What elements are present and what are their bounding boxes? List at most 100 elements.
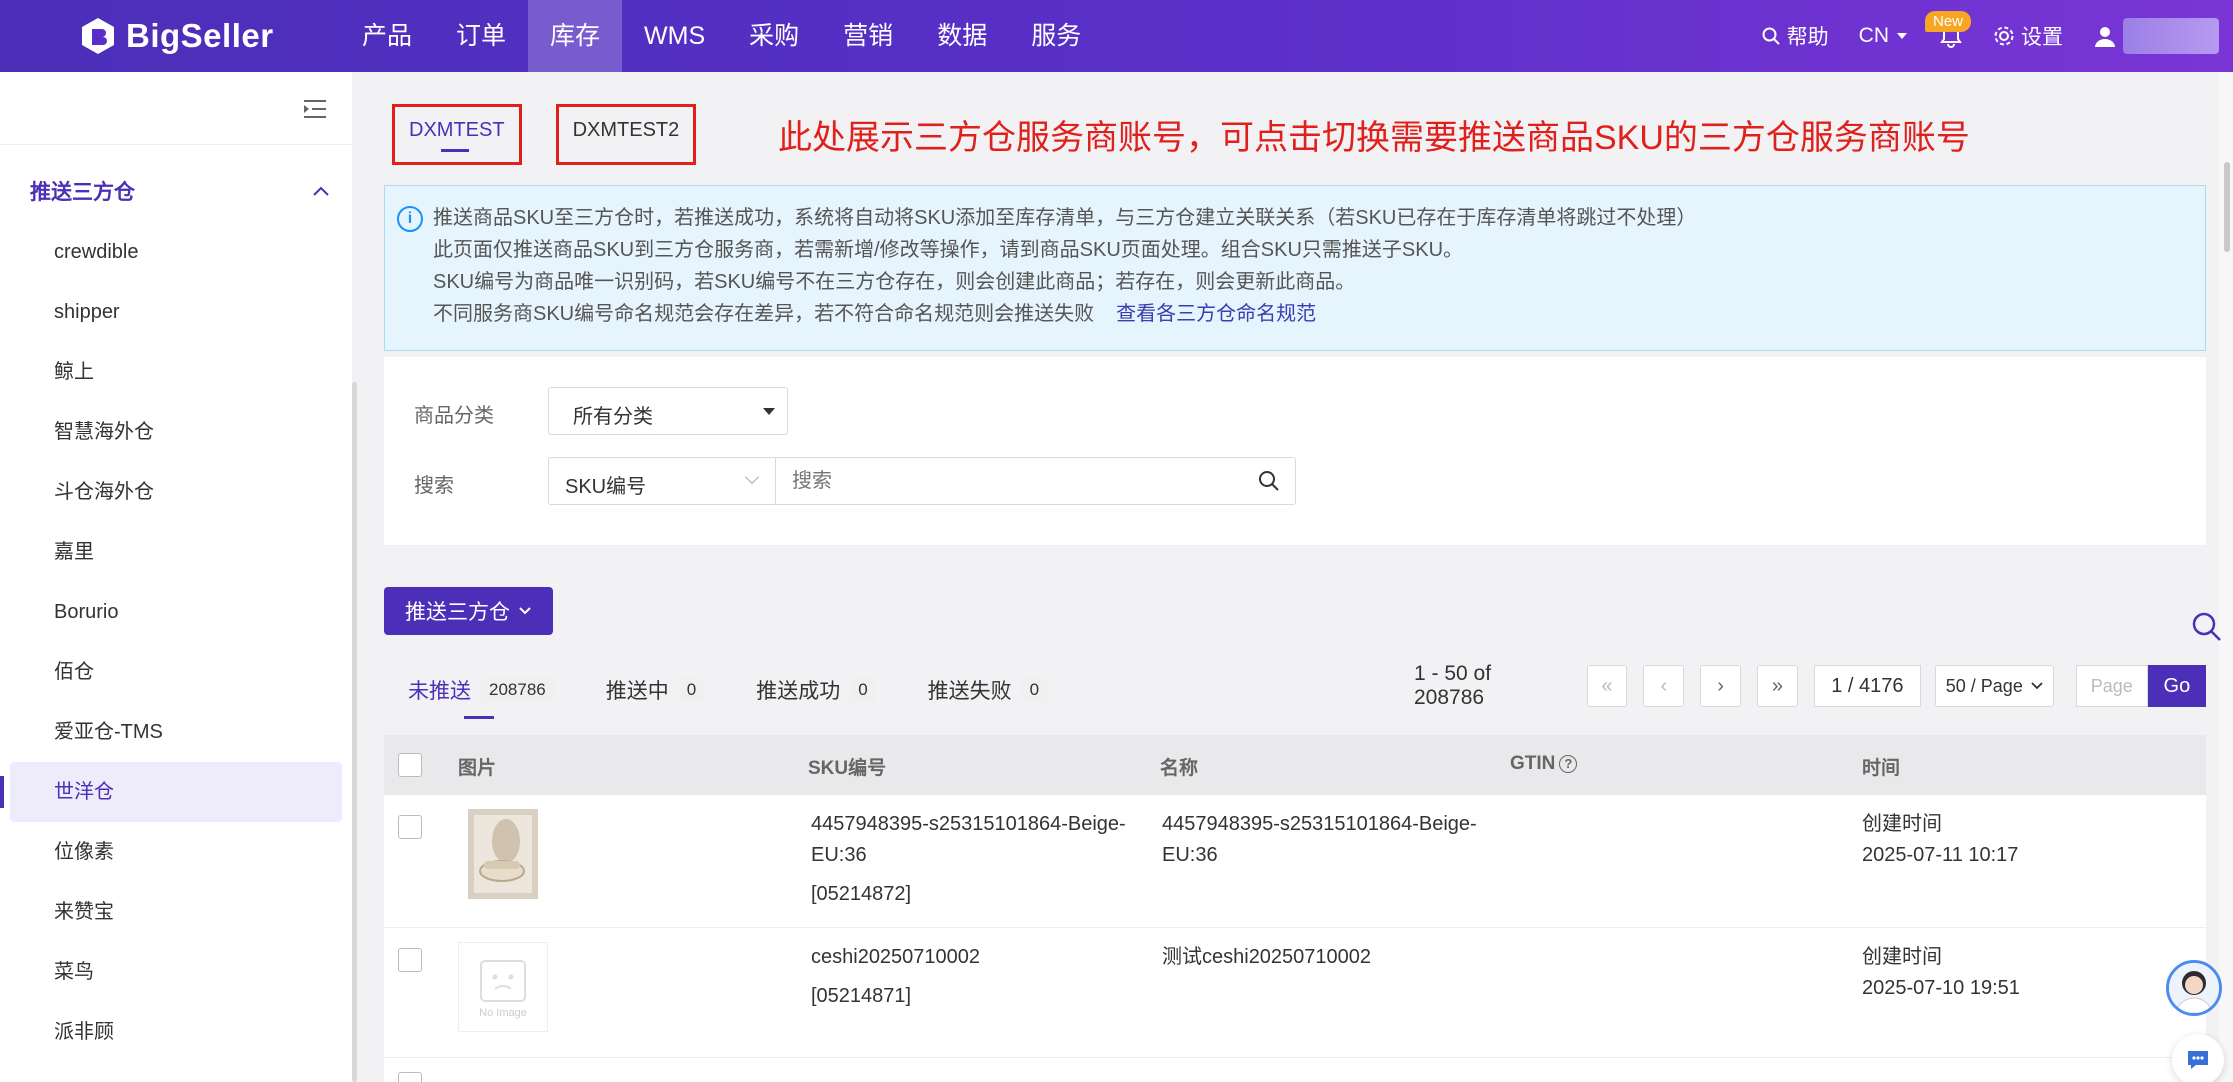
page-jump-input[interactable]: Page	[2075, 665, 2148, 707]
sidebar-item-laizanbao[interactable]: 来赞宝	[0, 882, 352, 942]
row-checkbox[interactable]	[398, 948, 422, 972]
top-right-tools: 帮助 CN 设置	[1761, 0, 2233, 72]
nav-product[interactable]: 产品	[340, 0, 434, 72]
active-underline	[441, 149, 469, 152]
sidebar-item-zhihui[interactable]: 智慧海外仓	[0, 402, 352, 462]
tab-not-pushed[interactable]: 未推送 208786	[408, 670, 554, 719]
table-row-partial	[384, 1058, 2206, 1082]
category-select[interactable]: 所有分类	[548, 387, 788, 435]
settings-button[interactable]: 设置	[1993, 21, 2063, 51]
name-cell: 测试ceshi20250710002	[1162, 946, 1372, 968]
tab-pushing[interactable]: 推送中 0	[606, 670, 705, 710]
select-all-checkbox[interactable]	[398, 753, 422, 777]
sidebar-item-jingshang[interactable]: 鲸上	[0, 342, 352, 402]
account-tab-label: DXMTEST	[409, 119, 505, 141]
sidebar-item-baicang[interactable]: 佰仓	[0, 642, 352, 702]
collapse-sidebar-button[interactable]	[302, 98, 328, 125]
name-cell: 4457948395-s25315101864-Beige-EU:36	[1162, 813, 1477, 866]
scrollbar-thumb[interactable]	[2224, 162, 2230, 252]
collapse-menu-icon	[304, 100, 326, 118]
sidebar-item-jiali[interactable]: 嘉里	[0, 522, 352, 582]
sidebar-item-cainiao[interactable]: 菜鸟	[0, 942, 352, 1002]
col-sku: SKU编号	[808, 758, 887, 779]
last-page-button[interactable]: »	[1757, 665, 1798, 707]
account-tab-dxmtest[interactable]: DXMTEST	[392, 104, 522, 165]
support-agent-avatar[interactable]	[2166, 960, 2222, 1016]
prev-page-button[interactable]: ‹	[1643, 665, 1685, 707]
info-line-4-text: 不同服务商SKU编号命名规范会存在差异，若不符合命名规范则会推送失败	[433, 303, 1095, 325]
table-row: No Image ceshi20250710002 [05214871] 测试c…	[384, 928, 2206, 1058]
page-size-select[interactable]: 50 / Page	[1934, 665, 2054, 707]
new-badge: New	[1925, 11, 1972, 32]
search-icon	[1259, 471, 1279, 491]
no-image-placeholder[interactable]: No Image	[458, 942, 548, 1032]
no-image-text: No Image	[479, 1007, 527, 1019]
agent-avatar-icon	[2169, 963, 2219, 1013]
sidebar-item-doucang[interactable]: 斗仓海外仓	[0, 462, 352, 522]
sidebar-group-label: 推送三方仓	[30, 181, 135, 204]
search-button[interactable]	[1243, 458, 1295, 504]
user-menu[interactable]	[2093, 18, 2227, 54]
category-label: 商品分类	[414, 405, 494, 427]
sidebar-item-weixiangsu[interactable]: 位像素	[0, 822, 352, 882]
naming-rules-link[interactable]: 查看各三方仓命名规范	[1116, 303, 1316, 325]
help-icon[interactable]: ?	[1559, 754, 1578, 773]
nav-inventory[interactable]: 库存	[528, 0, 623, 72]
nav-service[interactable]: 服务	[1009, 0, 1103, 72]
sidebar-scrollbar[interactable]	[352, 382, 357, 1082]
col-time: 时间	[1862, 758, 1901, 779]
chevron-down-icon	[2031, 682, 2043, 690]
sidebar-item-shiyang[interactable]: 世洋仓	[0, 762, 342, 822]
pagination: 1 - 50 of 208786 « ‹ › » 1 / 4176 50 / P…	[1414, 662, 2207, 710]
language-select[interactable]: CN	[1859, 24, 1909, 48]
account-tab-dxmtest2[interactable]: DXMTEST2	[555, 104, 697, 165]
nav-orders[interactable]: 订单	[434, 0, 528, 72]
no-image-icon	[480, 960, 526, 1002]
first-page-button[interactable]: «	[1586, 665, 1628, 707]
search-group: SKU编号	[548, 457, 1296, 505]
settings-label: 设置	[2021, 26, 2063, 49]
sku-cell: 4457948395-s25315101864-Beige-EU:36 [052…	[811, 809, 1151, 910]
floating-search-button[interactable]	[2190, 610, 2224, 649]
info-line-3: SKU编号为商品唯一识别码，若SKU编号不在三方仓存在，则会创建此商品；若存在，…	[433, 271, 1356, 293]
go-button[interactable]: Go	[2147, 665, 2207, 707]
row-checkbox[interactable]	[398, 815, 422, 839]
search-input[interactable]	[776, 458, 1243, 504]
bigseller-logo-icon	[82, 18, 114, 54]
category-select-value: 所有分类	[573, 406, 653, 428]
page-scrollbar[interactable]	[2219, 72, 2233, 1082]
language-label: CN	[1858, 24, 1889, 47]
tab-push-failed[interactable]: 推送失败 0	[928, 670, 1048, 710]
tab-push-success[interactable]: 推送成功 0	[756, 670, 876, 710]
help-link[interactable]: 帮助	[1761, 21, 1829, 51]
sidebar-list: crewdible shipper 鲸上 智慧海外仓 斗仓海外仓 嘉里 Boru…	[0, 222, 352, 1062]
info-icon: i	[397, 206, 423, 232]
product-image[interactable]	[468, 809, 538, 899]
time-label: 创建时间	[1862, 813, 1942, 835]
nav-purchase[interactable]: 采购	[727, 0, 821, 72]
sidebar-item-shipper[interactable]: shipper	[0, 282, 352, 342]
count-badge: 0	[678, 678, 705, 702]
user-icon	[2095, 27, 2115, 47]
push-3pl-button[interactable]: 推送三方仓	[384, 587, 553, 635]
search-field-select[interactable]: SKU编号	[549, 458, 776, 504]
chevron-down-icon	[519, 607, 531, 615]
nav-data[interactable]: 数据	[915, 0, 1009, 72]
time-label: 创建时间	[1862, 946, 1942, 968]
next-page-button[interactable]: ›	[1700, 665, 1742, 707]
sidebar-group-push-3pl[interactable]: 推送三方仓	[30, 176, 330, 206]
sidebar-item-crewdible[interactable]: crewdible	[0, 222, 352, 282]
count-badge: 0	[850, 678, 876, 702]
sidebar-item-paifeigu[interactable]: 派非顾	[0, 1002, 352, 1062]
time-cell: 创建时间 2025-07-10 19:51	[1862, 942, 2020, 1004]
nav-marketing[interactable]: 营销	[821, 0, 915, 72]
chat-button[interactable]	[2172, 1034, 2224, 1082]
sidebar-item-aiya-tms[interactable]: 爱亚仓-TMS	[0, 702, 352, 762]
search-field-value: SKU编号	[565, 476, 647, 498]
sidebar-item-borurio[interactable]: Borurio	[0, 582, 352, 642]
search-icon	[2192, 612, 2221, 641]
page-range: 1 - 50 of 208786	[1414, 662, 1492, 709]
nav-wms[interactable]: WMS	[622, 0, 727, 72]
logo[interactable]: BigSeller	[80, 14, 274, 58]
row-checkbox[interactable]	[398, 1072, 422, 1082]
